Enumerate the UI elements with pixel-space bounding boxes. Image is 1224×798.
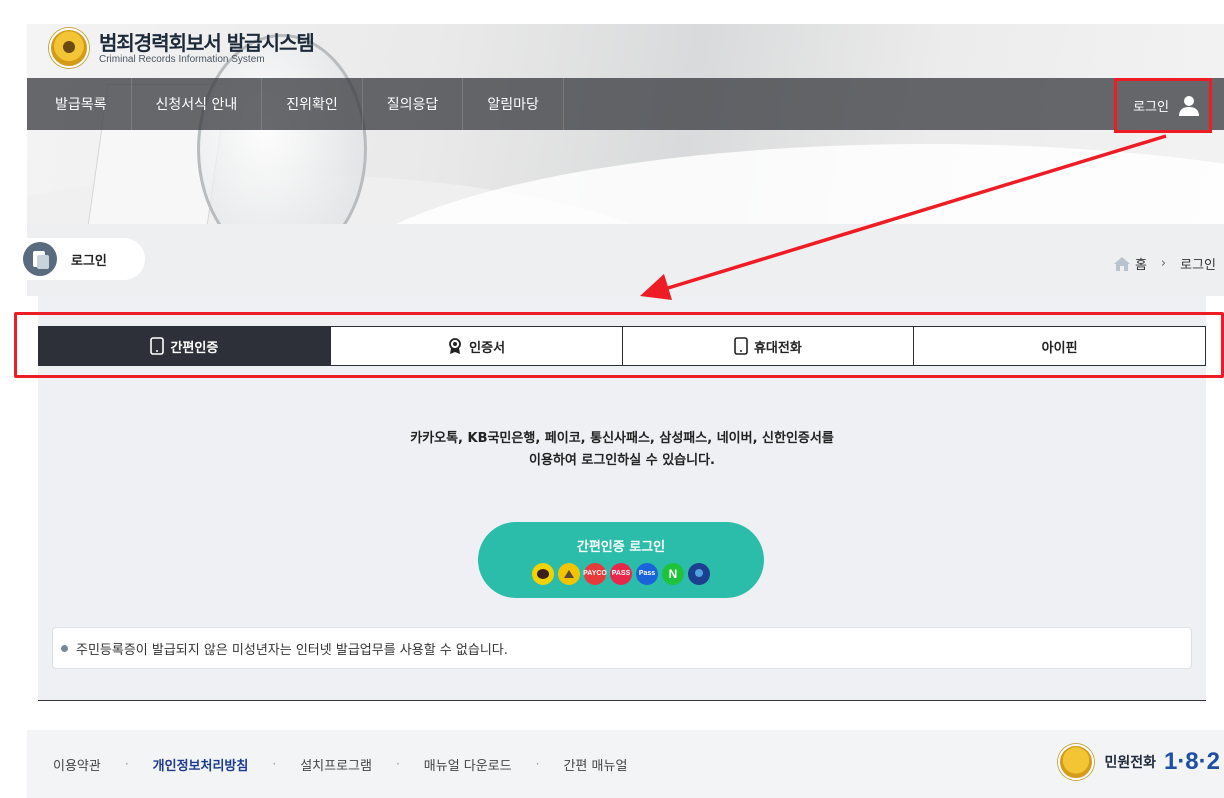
- separator-dot: ·: [272, 757, 277, 771]
- simple-auth-login-button[interactable]: 간편인증 로그인 PAYCO PASS Pass N: [478, 522, 764, 598]
- kb-icon: [558, 562, 580, 585]
- call-number: 1·8·2: [1163, 748, 1220, 775]
- naver-icon: N: [662, 562, 684, 585]
- chevron-right-icon: ›: [1160, 256, 1167, 271]
- pass-icon: PASS: [610, 562, 632, 585]
- tab-label: 간편인증: [170, 340, 219, 356]
- police-emblem-icon: [1058, 744, 1095, 780]
- minor-notice: 주민등록증이 발급되지 않은 미성년자는 인터넷 발급업무를 사용할 수 없습니…: [52, 627, 1192, 669]
- breadcrumb: 홈 › 로그인: [1113, 254, 1216, 273]
- description-line: 카카오톡, KB국민은행, 페이코, 통신사패스, 삼성패스, 네이버, 신한인…: [410, 431, 834, 446]
- footer-links: 이용약관 · 개인정보처리방침 · 설치프로그램 · 매뉴얼 다운로드 · 간편…: [27, 755, 627, 774]
- user-icon: [1179, 95, 1199, 116]
- content-divider: [38, 700, 1206, 701]
- site-title: 범죄경력회보서 발급시스템: [99, 30, 315, 55]
- auth-method-tabs: 간편인증 인증서 휴대전화 아이핀: [38, 326, 1206, 366]
- window-margin: [0, 0, 27, 798]
- login-label: 로그인: [1133, 100, 1169, 115]
- simple-auth-description: 카카오톡, KB국민은행, 페이코, 통신사패스, 삼성패스, 네이버, 신한인…: [38, 428, 1206, 472]
- login-button[interactable]: 로그인: [1114, 78, 1212, 133]
- page-title-pill: 로그인: [23, 238, 145, 280]
- page: 범죄경력회보서 발급시스템 Criminal Records Informati…: [0, 0, 1224, 798]
- site-subtitle: Criminal Records Information System: [99, 53, 265, 65]
- notice-text: 주민등록증이 발급되지 않은 미성년자는 인터넷 발급업무를 사용할 수 없습니…: [76, 642, 508, 658]
- footer-link-install[interactable]: 설치프로그램: [300, 755, 372, 774]
- home-icon[interactable]: [1113, 256, 1131, 272]
- description-line: 이용하여 로그인하실 수 있습니다.: [529, 453, 715, 468]
- footer: 이용약관 · 개인정보처리방침 · 설치프로그램 · 매뉴얼 다운로드 · 간편…: [27, 730, 1224, 798]
- shinhan-icon: [688, 562, 710, 585]
- phone-icon: [150, 337, 165, 355]
- phone-icon: [734, 337, 748, 355]
- separator-dot: ·: [395, 757, 400, 771]
- certificate-icon: [449, 338, 462, 354]
- call-label: 민원전화: [1104, 755, 1156, 771]
- tab-label: 휴대전화: [753, 340, 802, 356]
- separator-dot: ·: [124, 757, 129, 771]
- payco-icon: PAYCO: [583, 562, 607, 585]
- kakao-icon: [532, 562, 554, 585]
- separator-dot: ·: [535, 757, 540, 771]
- footer-link-terms[interactable]: 이용약관: [53, 755, 101, 774]
- site-logo[interactable]: 범죄경력회보서 발급시스템 Criminal Records Informati…: [49, 28, 315, 68]
- police-emblem-icon: [49, 28, 89, 68]
- tab-ipin[interactable]: 아이핀: [914, 326, 1206, 366]
- tab-label: 인증서: [469, 340, 506, 356]
- page-title: 로그인: [71, 253, 107, 269]
- tab-certificate[interactable]: 인증서: [330, 326, 623, 366]
- footer-link-manual[interactable]: 매뉴얼 다운로드: [424, 755, 512, 774]
- tab-label: 아이핀: [1041, 340, 1078, 356]
- samsung-pass-icon: Pass: [636, 562, 658, 585]
- main-nav: 발급목록 신청서식 안내 진위확인 질의응답 알림마당: [27, 78, 1224, 130]
- civil-complaint-call: 민원전화 1·8·2: [1058, 744, 1220, 780]
- provider-icons: PAYCO PASS Pass N: [530, 562, 712, 585]
- bullet-icon: [61, 644, 68, 652]
- nav-item-verification[interactable]: 진위확인: [262, 78, 363, 130]
- nav-item-form-guide[interactable]: 신청서식 안내: [132, 78, 263, 130]
- hero-decoration: [327, 144, 1224, 224]
- document-icon: [23, 242, 57, 276]
- breadcrumb-current: 로그인: [1180, 258, 1216, 273]
- breadcrumb-home[interactable]: 홈: [1135, 254, 1147, 273]
- nav-item-notices[interactable]: 알림마당: [463, 78, 564, 130]
- nav-item-issuance-list[interactable]: 발급목록: [27, 78, 132, 130]
- tab-mobile-phone[interactable]: 휴대전화: [622, 326, 915, 366]
- nav-item-qna[interactable]: 질의응답: [363, 78, 464, 130]
- breadcrumb-bar: 로그인 홈 › 로그인: [23, 224, 1224, 296]
- tab-simple-auth[interactable]: 간편인증: [38, 326, 331, 366]
- footer-link-quick-manual[interactable]: 간편 매뉴얼: [563, 755, 627, 774]
- simple-auth-login-label: 간편인증 로그인: [576, 539, 666, 555]
- footer-link-privacy[interactable]: 개인정보처리방침: [153, 755, 249, 774]
